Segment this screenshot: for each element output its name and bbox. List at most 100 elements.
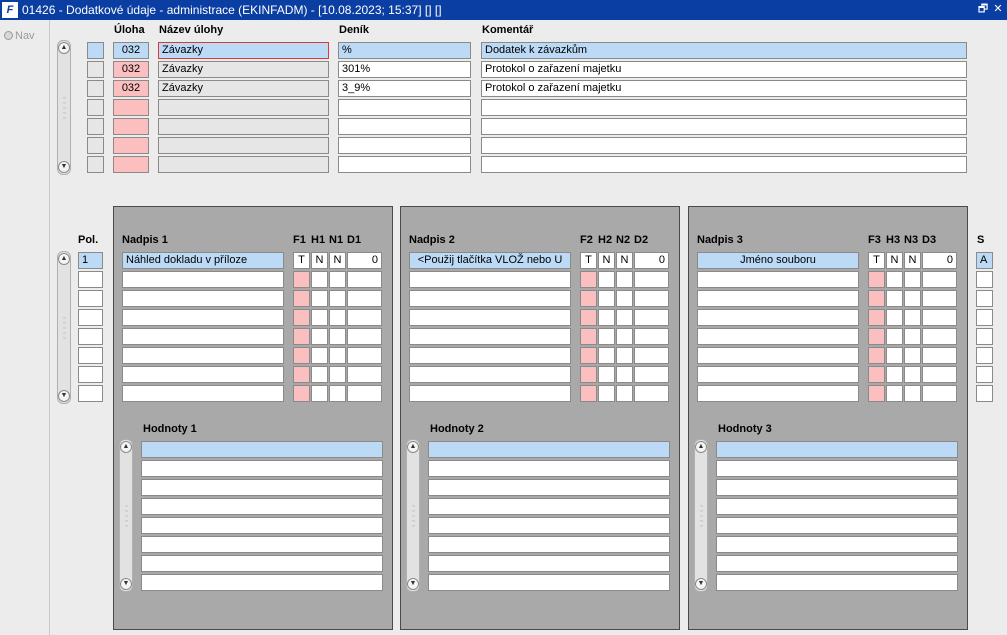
nadpis-field[interactable]: Jméno souboru [697,252,859,269]
komentar-field[interactable]: Protokol o zařazení majetku [481,61,967,78]
nazev-ulohy-field[interactable] [158,99,329,116]
nadpis-field[interactable] [697,328,859,345]
hodnoty-1-scroll-up-icon[interactable]: ▲ [120,441,132,453]
row-selector[interactable] [87,156,104,173]
hodnoty-2-scroll-grip-icon[interactable]: ∙∙ ∙∙ ∙∙ ∙∙ ∙∙ [410,502,416,530]
f-field[interactable]: T [580,252,597,269]
h-field[interactable] [886,309,903,326]
f-field[interactable] [293,271,310,288]
uloha-field[interactable] [113,137,149,154]
n-field[interactable] [904,290,921,307]
row-selector[interactable] [87,42,104,59]
h-field[interactable] [311,328,328,345]
s-field[interactable]: A [976,252,993,269]
pol-grid-scroll-grip-icon[interactable]: ∙∙ ∙∙ ∙∙ ∙∙ ∙∙ [61,314,67,342]
komentar-field[interactable] [481,156,967,173]
n-field[interactable] [904,385,921,402]
n-field[interactable] [616,366,633,383]
n-field[interactable] [616,309,633,326]
komentar-field[interactable] [481,118,967,135]
pol-field[interactable] [78,271,103,288]
d-field[interactable] [634,366,669,383]
h-field[interactable]: N [311,252,328,269]
n-field[interactable] [616,347,633,364]
denik-field[interactable] [338,118,471,135]
n-field[interactable] [616,290,633,307]
hodnoty-1-scrollbar[interactable]: ▲ ▼ ∙∙ ∙∙ ∙∙ ∙∙ ∙∙ [119,439,133,592]
f-field[interactable] [293,385,310,402]
hodnoty-field[interactable] [141,555,383,572]
n-field[interactable] [616,328,633,345]
n-field[interactable] [329,347,346,364]
hodnoty-field[interactable] [141,479,383,496]
pol-field[interactable] [78,328,103,345]
f-field[interactable] [580,328,597,345]
nadpis-field[interactable] [122,271,284,288]
row-selector[interactable] [87,99,104,116]
n-field[interactable] [904,347,921,364]
hodnoty-2-scroll-down-icon[interactable]: ▼ [407,578,419,590]
h-field[interactable] [311,290,328,307]
restore-icon[interactable]: 🗗 [976,2,990,17]
h-field[interactable] [598,290,615,307]
h-field[interactable] [598,347,615,364]
h-field[interactable] [886,328,903,345]
s-field[interactable] [976,309,993,326]
hodnoty-field[interactable] [716,441,958,458]
komentar-field[interactable]: Dodatek k závazkům [481,42,967,59]
s-field[interactable] [976,347,993,364]
hodnoty-1-scroll-grip-icon[interactable]: ∙∙ ∙∙ ∙∙ ∙∙ ∙∙ [123,502,129,530]
hodnoty-1-scroll-down-icon[interactable]: ▼ [120,578,132,590]
f-field[interactable] [868,347,885,364]
nadpis-field[interactable] [409,271,571,288]
f-field[interactable] [293,366,310,383]
hodnoty-field[interactable] [141,517,383,534]
f-field[interactable] [868,366,885,383]
nadpis-field[interactable]: Náhled dokladu v příloze [122,252,284,269]
hodnoty-field[interactable] [141,441,383,458]
n-field[interactable]: N [616,252,633,269]
nadpis-field[interactable] [122,309,284,326]
d-field[interactable] [347,385,382,402]
pol-field[interactable] [78,309,103,326]
row-selector[interactable] [87,137,104,154]
d-field[interactable] [634,328,669,345]
f-field[interactable] [293,309,310,326]
n-field[interactable] [904,328,921,345]
d-field[interactable] [347,290,382,307]
f-field[interactable] [580,366,597,383]
d-field[interactable] [634,385,669,402]
d-field[interactable] [347,347,382,364]
f-field[interactable] [293,290,310,307]
f-field[interactable]: T [293,252,310,269]
hodnoty-field[interactable] [428,517,670,534]
n-field[interactable]: N [329,252,346,269]
hodnoty-3-scroll-up-icon[interactable]: ▲ [695,441,707,453]
nadpis-field[interactable] [697,309,859,326]
task-grid-scroll-up-icon[interactable]: ▲ [58,42,70,54]
d-field[interactable] [347,309,382,326]
nazev-ulohy-field[interactable]: Závazky [158,61,329,78]
d-field[interactable]: 0 [922,252,957,269]
f-field[interactable] [293,328,310,345]
close-icon[interactable]: ✕ [991,2,1005,17]
h-field[interactable] [886,347,903,364]
hodnoty-field[interactable] [716,479,958,496]
h-field[interactable] [886,290,903,307]
nazev-ulohy-field[interactable] [158,137,329,154]
f-field[interactable]: T [868,252,885,269]
n-field[interactable]: N [904,252,921,269]
nadpis-field[interactable] [409,385,571,402]
denik-field[interactable]: 3_9% [338,80,471,97]
n-field[interactable] [329,309,346,326]
d-field[interactable] [922,290,957,307]
hodnoty-3-scroll-grip-icon[interactable]: ∙∙ ∙∙ ∙∙ ∙∙ ∙∙ [698,502,704,530]
d-field[interactable] [347,328,382,345]
s-field[interactable] [976,290,993,307]
row-selector[interactable] [87,118,104,135]
hodnoty-field[interactable] [716,555,958,572]
hodnoty-field[interactable] [716,517,958,534]
h-field[interactable] [598,385,615,402]
nazev-ulohy-field[interactable] [158,156,329,173]
hodnoty-field[interactable] [716,498,958,515]
